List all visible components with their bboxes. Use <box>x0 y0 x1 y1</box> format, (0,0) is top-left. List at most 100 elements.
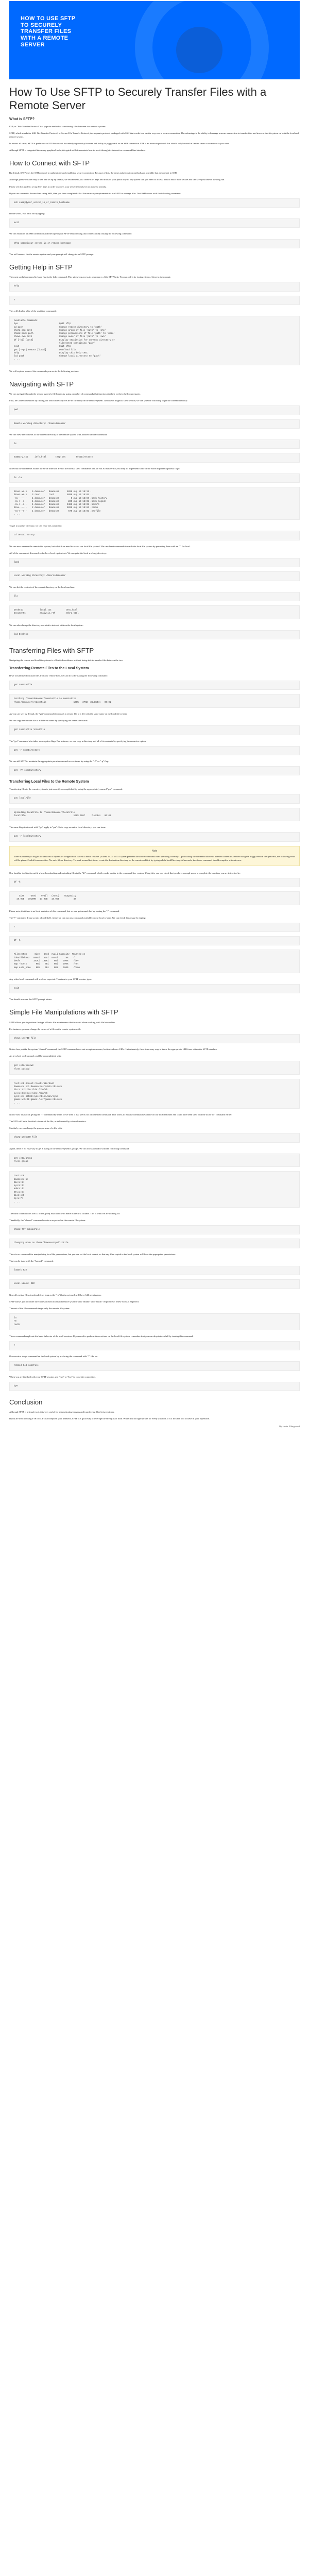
paragraph: Again, there is no easy way to get a lis… <box>9 1147 130 1150</box>
paragraph: SFTP allows you to perform the type of b… <box>9 1021 116 1024</box>
paragraph: We can tell SFTP to maintain the appropr… <box>9 759 109 762</box>
paragraph: These commands replicate the basic behav… <box>9 1334 194 1337</box>
code-block: get /etc/passwd !less passwd <box>9 1061 300 1075</box>
code-block: root:x:0: daemon:x:1: bin:x:2: sys:x:3: … <box>9 1171 300 1208</box>
code-block: get /etc/group !less group <box>9 1153 300 1167</box>
paragraph: We can view the contents of the current … <box>9 433 108 436</box>
code-block: Desktop local.txt test.html Documents an… <box>9 605 300 619</box>
section-heading: Getting Help in SFTP <box>9 263 73 271</box>
code-block: chgrp groupID file <box>9 1133 300 1143</box>
section-heading: Navigating with SFTP <box>9 380 74 388</box>
code-block: Uploading localFile to /home/demouser/lo… <box>9 807 300 822</box>
code-block: df -h <box>9 936 300 946</box>
paragraph: That can be done with the "lumask" comma… <box>9 1259 54 1262</box>
code-block: chown userID file <box>9 1033 300 1044</box>
code-block: put localFile <box>9 794 300 804</box>
paragraph: Similarly, we can change the group owner… <box>9 1127 63 1130</box>
paragraph: The UID will be in the third column of t… <box>9 1120 87 1123</box>
paragraph: In almost all cases, SFTP is preferable … <box>9 142 230 145</box>
code-block: Filesystem Size Used Avail Capacity Moun… <box>9 950 300 973</box>
paragraph: Or execute a single command on the local… <box>9 1355 98 1358</box>
paragraph: SFTP, which stands for SSH File Transfer… <box>9 131 299 138</box>
paragraph: Thankfully, the "chmod" command works as… <box>9 1219 86 1222</box>
paragraph: The most useful command to learn first i… <box>9 276 171 279</box>
code-block: lcd Desktop <box>9 630 300 639</box>
paragraph: We can also change the directory we wish… <box>9 623 83 626</box>
code-block: ! <box>9 1341 300 1351</box>
paragraph: If we would like download files from our… <box>9 674 108 677</box>
section-heading: Simple File Manipulations with SFTP <box>9 1008 118 1016</box>
code-block: ln rm rmdir <box>9 1313 300 1330</box>
paragraph: As you can see, by default, the "get" co… <box>9 713 128 716</box>
hero-decoration-inner <box>176 27 222 73</box>
paragraph: Please see this guide to set up SSH keys… <box>9 185 107 188</box>
paragraph: The same flags that work with "get" appl… <box>9 826 106 829</box>
paragraph: The third column holds the ID of the gro… <box>9 1212 121 1215</box>
paragraph: Although SFTP is integrated into many gr… <box>9 149 146 152</box>
paragraph: This will display a list of the availabl… <box>9 309 57 312</box>
paragraph: We will explore some of the commands you… <box>9 369 79 372</box>
paragraph: Note that the commands within the SFTP i… <box>9 467 180 470</box>
paragraph: Although passwords are easy to use and s… <box>9 178 225 181</box>
paragraph: Transferring files to the remote system … <box>9 788 123 791</box>
section-heading: How to Connect with SFTP <box>9 159 90 167</box>
paragraph: SFTP allows you to create directories on… <box>9 1300 139 1303</box>
paragraph: An involved work-around could be accompl… <box>9 1055 62 1058</box>
section-heading: Conclusion <box>9 1398 43 1406</box>
code-block: ? <box>9 295 300 305</box>
code-block: chmod 777 publicFile <box>9 1225 300 1235</box>
code-block: get remoteFile <box>9 681 300 690</box>
code-block: Size Used Avail (root) %Capacity 19.9GB … <box>9 891 300 905</box>
section-heading: Transferring Files with SFTP <box>9 646 94 654</box>
hero-banner: HOW TO USE SFTP TO SECURELY TRANSFER FIL… <box>9 1 300 79</box>
paragraph: Now all regular files downloaded (as lon… <box>9 1293 101 1296</box>
paragraph: If that works, exit back out by typing: <box>9 212 45 215</box>
code-block: lpwd <box>9 557 300 568</box>
code-block: Changing mode on /home/demouser/publicFi… <box>9 1239 300 1248</box>
paragraph: The rest of the file commands target onl… <box>9 1307 70 1310</box>
paragraph: The "!" command drops us into a local sh… <box>9 916 146 919</box>
paragraph: You should now see the SFTP prompt retur… <box>9 998 52 1001</box>
paragraph: We can list the contents of the current … <box>9 585 75 588</box>
code-block: Fetching /home/demouser/remoteFile to re… <box>9 694 300 708</box>
code-block: Summary.txt info.html temp.txt testDirec… <box>9 453 300 463</box>
author-byline[interactable]: By Justin Ellingwood <box>9 1425 300 1428</box>
code-block: get -Pr someDirectory <box>9 766 300 776</box>
paragraph: We can establish an SSH connection and t… <box>9 232 132 235</box>
paragraph: First, let's orient ourselves by finding… <box>9 399 188 402</box>
paragraph: To get to another directory, we can issu… <box>9 524 62 528</box>
paragraph: Notice how, unlike the system "chmod" co… <box>9 1048 218 1051</box>
code-block: get -r someDirectory <box>9 745 300 755</box>
paragraph: Navigating the remote and local filesyst… <box>9 659 124 662</box>
code-block: ! <box>9 922 300 933</box>
paragraph: One familiar tool that is useful when do… <box>9 871 241 874</box>
paragraph: FTP, or "File Transfer Protocol" is a po… <box>9 125 107 128</box>
note-text: There is currently a bug in the versions… <box>14 855 295 862</box>
code-block: exit <box>9 984 300 994</box>
code-block: Remote working directory: /home/demouser <box>9 419 300 429</box>
code-block: Local umask: 022 <box>9 1279 300 1289</box>
code-block: ssh sammy@your_server_ip_or_remote_hostn… <box>9 198 300 208</box>
note-label: Note <box>151 849 158 853</box>
code-block: exit <box>9 218 300 228</box>
code-block: cd testDirectory <box>9 531 300 540</box>
code-block: lumask 022 <box>9 1265 300 1276</box>
code-block: lls <box>9 591 300 601</box>
paragraph: Any other local command will work as exp… <box>9 977 92 980</box>
paragraph: By default, SFTP uses the SSH protocol t… <box>9 172 178 175</box>
article: HOW TO USE SFTP TO SECURELY TRANSFER FIL… <box>0 1 309 1428</box>
paragraph: Please note, that there is no local vari… <box>9 909 120 912</box>
paragraph: The "get" command also takes some option… <box>9 739 147 742</box>
code-block: bye <box>9 1381 300 1392</box>
page-title: How To Use SFTP to Securely Transfer Fil… <box>9 86 267 112</box>
code-block: Available commands: bye Quit sftp cd pat… <box>9 315 300 365</box>
paragraph: We can now traverse the remote file syst… <box>9 545 191 548</box>
article-body: What is SFTP? FTP, or "File Transfer Prot… <box>9 117 300 1421</box>
paragraph: You will connect the the remote system a… <box>9 252 94 256</box>
code-block: root:x:0:0:root:/root:/bin/bash daemon:x… <box>9 1078 300 1109</box>
code-block: pwd <box>9 405 300 415</box>
paragraph: If you can connect to the machine using … <box>9 192 181 195</box>
code-block: put -r localDirectory <box>9 832 300 842</box>
code-block: Local working directory: /Users/demouser <box>9 571 300 581</box>
hero-title: HOW TO USE SFTP TO SECURELY TRANSFER FIL… <box>21 15 76 48</box>
